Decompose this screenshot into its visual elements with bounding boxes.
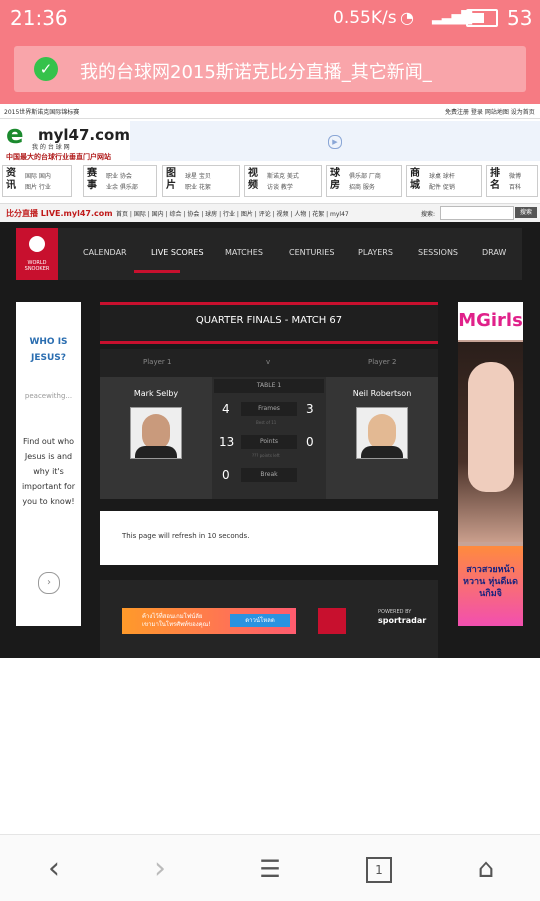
network-speed: 0.55K/s [333, 8, 397, 28]
search-input[interactable] [440, 206, 514, 220]
top-left-link[interactable]: 2015世界斯诺克国际锦标赛 [4, 107, 79, 116]
scoreboard: Player 1 v Player 2 Mark Selby Neil Robe… [100, 349, 438, 499]
ws-navbar: WORLD SNOOKER CALENDAR LIVE SCORES MATCH… [16, 228, 522, 280]
break-p1: 0 [222, 468, 230, 482]
world-snooker-footer-logo [318, 608, 346, 634]
player1-label: Player 1 [143, 358, 172, 366]
ad-source: peacewithg... [24, 392, 73, 400]
footer-ad[interactable]: ค้างไว้ที่สอนเกมโฟน์ลัย เขามาในโทรศัพท์ขอ… [122, 608, 296, 634]
live-scores-frame: WORLD SNOOKER CALENDAR LIVE SCORES MATCH… [0, 222, 540, 658]
player1-panel: Mark Selby [100, 377, 212, 499]
nav-calendar[interactable]: CALENDAR [83, 248, 127, 257]
nav-box-news[interactable]: 资讯 国际 国内 图片 行业 [2, 165, 72, 197]
frames-label: Frames [241, 402, 297, 416]
back-icon[interactable]: ‹ [36, 851, 72, 887]
nav-box-rankings[interactable]: 排名 微博 百科 [486, 165, 538, 197]
clock: 21:36 [10, 6, 68, 30]
vs-label: v [266, 358, 271, 366]
category-nav: 资讯 国际 国内 图片 行业 赛事 职业 协会 业余 俱乐部 图片 球星 宝贝 职业 花絮 … [0, 165, 540, 197]
frame-footer: ค้างไว้ที่สอนเกมโฟน์ลัย เขามาในโทรศัพท์ขอ… [100, 580, 438, 658]
player2-panel: Neil Robertson [326, 377, 438, 499]
search-button[interactable]: 搜索 [515, 207, 537, 218]
points-left: ??? points left [252, 453, 280, 458]
nav-box-shop[interactable]: 商城 球桌 球杆 配件 促销 [406, 165, 482, 197]
table-label: TABLE 1 [214, 379, 324, 393]
status-bar: 21:36 0.55K/s ◔ ▂▃▅▇ 53 [0, 0, 540, 36]
ad-heading: WHO IS JESUS? [29, 337, 68, 363]
nav-box-video[interactable]: 视频 斯诺克 美式 访谈 教学 [244, 165, 322, 197]
refresh-notice: This page will refresh in 10 seconds. [100, 511, 438, 565]
nav-live-scores[interactable]: LIVE SCORES [151, 248, 204, 257]
page-title: 我的台球网2015斯诺克比分直播_其它新闻_ [80, 62, 432, 83]
site-logo[interactable]: e myl47.com 我 的 台 球 网 中国最大的台球行业垂直门户网站 [6, 122, 130, 162]
mgirls-ad[interactable]: MGirls สาวสวยหน้าหวาน หุ่นดีแดนกิมจิ [458, 302, 523, 626]
browser-toolbar: ‹ › ☰ 1 ⌂ [0, 834, 540, 901]
wifi-icon: ◔ [400, 8, 414, 27]
scoreboard-header: Player 1 v Player 2 [100, 349, 438, 377]
nav-matches[interactable]: MATCHES [225, 248, 263, 257]
player1-photo [130, 407, 182, 459]
frames-p2: 3 [306, 402, 314, 416]
tabs-button[interactable]: 1 [360, 851, 396, 887]
search-label: 搜索: [421, 211, 436, 218]
address-bar[interactable]: ✓ 我的台球网2015斯诺克比分直播_其它新闻_ [14, 46, 526, 92]
ad-photo-face [468, 362, 514, 492]
points-label: Points [241, 435, 297, 449]
site-top-strip: 2015世界斯诺克国际锦标赛 免费注册 登录 网站地图 设为首页 [0, 104, 540, 119]
player2-name: Neil Robertson [352, 389, 412, 398]
menu-icon[interactable]: ☰ [252, 851, 288, 887]
logo-slogan: 中国最大的台球行业垂直门户网站 [6, 153, 111, 161]
world-snooker-logo[interactable]: WORLD SNOOKER [16, 228, 58, 280]
top-right-links[interactable]: 免费注册 登录 网站地图 设为首页 [445, 107, 535, 116]
nav-box-clubs[interactable]: 球房 俱乐部 厂商 招商 服务 [326, 165, 402, 197]
tab-count: 1 [366, 857, 392, 883]
player2-label: Player 2 [368, 358, 397, 366]
frames-p1: 4 [222, 402, 230, 416]
ad-brand: MGirls [458, 302, 523, 340]
jesus-ad[interactable]: WHO IS JESUS? peacewithg... Find out who… [16, 302, 81, 626]
logo-cn: 我 的 台 球 网 [32, 144, 70, 151]
banner-ad[interactable]: ▶ [130, 121, 540, 161]
player1-name: Mark Selby [133, 389, 179, 398]
nav-players[interactable]: PLAYERS [358, 248, 393, 257]
match-title-bar: QUARTER FINALS - MATCH 67 [100, 302, 438, 344]
points-p2: 0 [306, 435, 314, 449]
download-button[interactable]: ดาวน์โหลด [230, 614, 290, 627]
chevron-right-icon[interactable]: › [38, 572, 60, 594]
battery-level: 53 [507, 6, 533, 30]
ad-body: Find out who Jesus is and why it's impor… [21, 437, 76, 506]
forward-icon[interactable]: › [142, 851, 178, 887]
nav-sessions[interactable]: SESSIONS [418, 248, 458, 257]
footer-ad-text: ค้างไว้ที่สอนเกมโฟน์ลัย เขามาในโทรศัพท์ขอ… [142, 613, 211, 628]
powered-by: POWERED BY [378, 609, 412, 615]
live-title[interactable]: 比分直播 LIVE.myl47.com [6, 208, 113, 219]
live-links[interactable]: 首页 | 国际 | 国内 | 综合 | 协会 | 球房 | 行业 | 图片 | … [116, 209, 349, 218]
battery-icon [466, 9, 498, 27]
play-icon[interactable]: ▶ [328, 135, 342, 149]
live-bar: 比分直播 LIVE.myl47.com 首页 | 国际 | 国内 | 综合 | … [0, 203, 540, 223]
snooker-ball-icon [29, 236, 45, 252]
nav-box-events[interactable]: 赛事 职业 协会 业余 俱乐部 [83, 165, 157, 197]
match-title: QUARTER FINALS - MATCH 67 [195, 315, 343, 326]
player2-photo [356, 407, 408, 459]
nav-box-pictures[interactable]: 图片 球星 宝贝 职业 花絮 [162, 165, 240, 197]
address-bar-area: ✓ 我的台球网2015斯诺克比分直播_其它新闻_ [0, 36, 540, 104]
secure-shield-icon: ✓ [34, 57, 58, 81]
nav-draw[interactable]: DRAW [482, 248, 506, 257]
refresh-text: This page will refresh in 10 seconds. [122, 532, 250, 540]
best-of: Best of 11 [256, 420, 277, 425]
nav-centuries[interactable]: CENTURIES [289, 248, 334, 257]
break-label: Break [241, 468, 297, 482]
ad-thai-text: สาวสวยหน้าหวาน หุ่นดีแดนกิมจิ [463, 565, 518, 599]
points-p1: 13 [219, 435, 235, 449]
home-icon[interactable]: ⌂ [468, 851, 504, 887]
active-tab-indicator [134, 270, 180, 273]
sportradar-logo: sportradar [378, 616, 427, 625]
